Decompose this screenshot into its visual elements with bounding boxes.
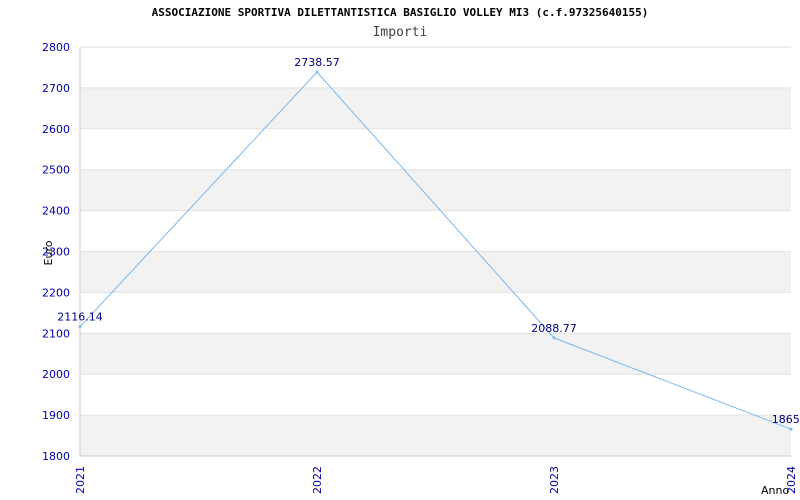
y-tick-label: 2400 xyxy=(42,205,70,218)
x-tick-label: 2022 xyxy=(311,466,324,494)
data-label: 1865.6 xyxy=(772,413,800,426)
y-axis-label: Euro xyxy=(42,240,55,265)
y-tick-label: 1900 xyxy=(42,409,70,422)
grid-band xyxy=(80,374,791,416)
y-tick-label: 2600 xyxy=(42,123,70,136)
chart-page: ASSOCIAZIONE SPORTIVA DILETTANTISTICA BA… xyxy=(0,0,800,500)
data-point xyxy=(789,427,793,431)
grid-band xyxy=(80,333,791,375)
grid-band xyxy=(80,87,791,129)
grid-band xyxy=(80,47,791,88)
data-label: 2116.14 xyxy=(57,311,103,324)
x-axis-label: Anno xyxy=(761,484,789,497)
data-label: 2738.57 xyxy=(294,56,340,69)
grid-band xyxy=(80,128,791,170)
grid-band xyxy=(80,210,791,252)
data-label: 2088.77 xyxy=(531,322,577,335)
y-tick-label: 1800 xyxy=(42,450,70,463)
y-tick-label: 2700 xyxy=(42,82,70,95)
data-point xyxy=(552,336,556,340)
grid-band xyxy=(80,292,791,334)
y-tick-label: 2200 xyxy=(42,286,70,299)
y-tick-label: 2500 xyxy=(42,164,70,177)
data-point xyxy=(315,70,319,74)
data-point xyxy=(78,325,82,329)
y-tick-label: 2000 xyxy=(42,368,70,381)
x-tick-label: 2021 xyxy=(74,466,87,494)
grid-band xyxy=(80,251,791,293)
y-tick-label: 2100 xyxy=(42,327,70,340)
y-tick-label: 2800 xyxy=(42,41,70,54)
x-tick-label: 2023 xyxy=(548,466,561,494)
line-chart: 1800190020002100220023002400250026002700… xyxy=(42,41,800,497)
grid-band xyxy=(80,415,791,456)
